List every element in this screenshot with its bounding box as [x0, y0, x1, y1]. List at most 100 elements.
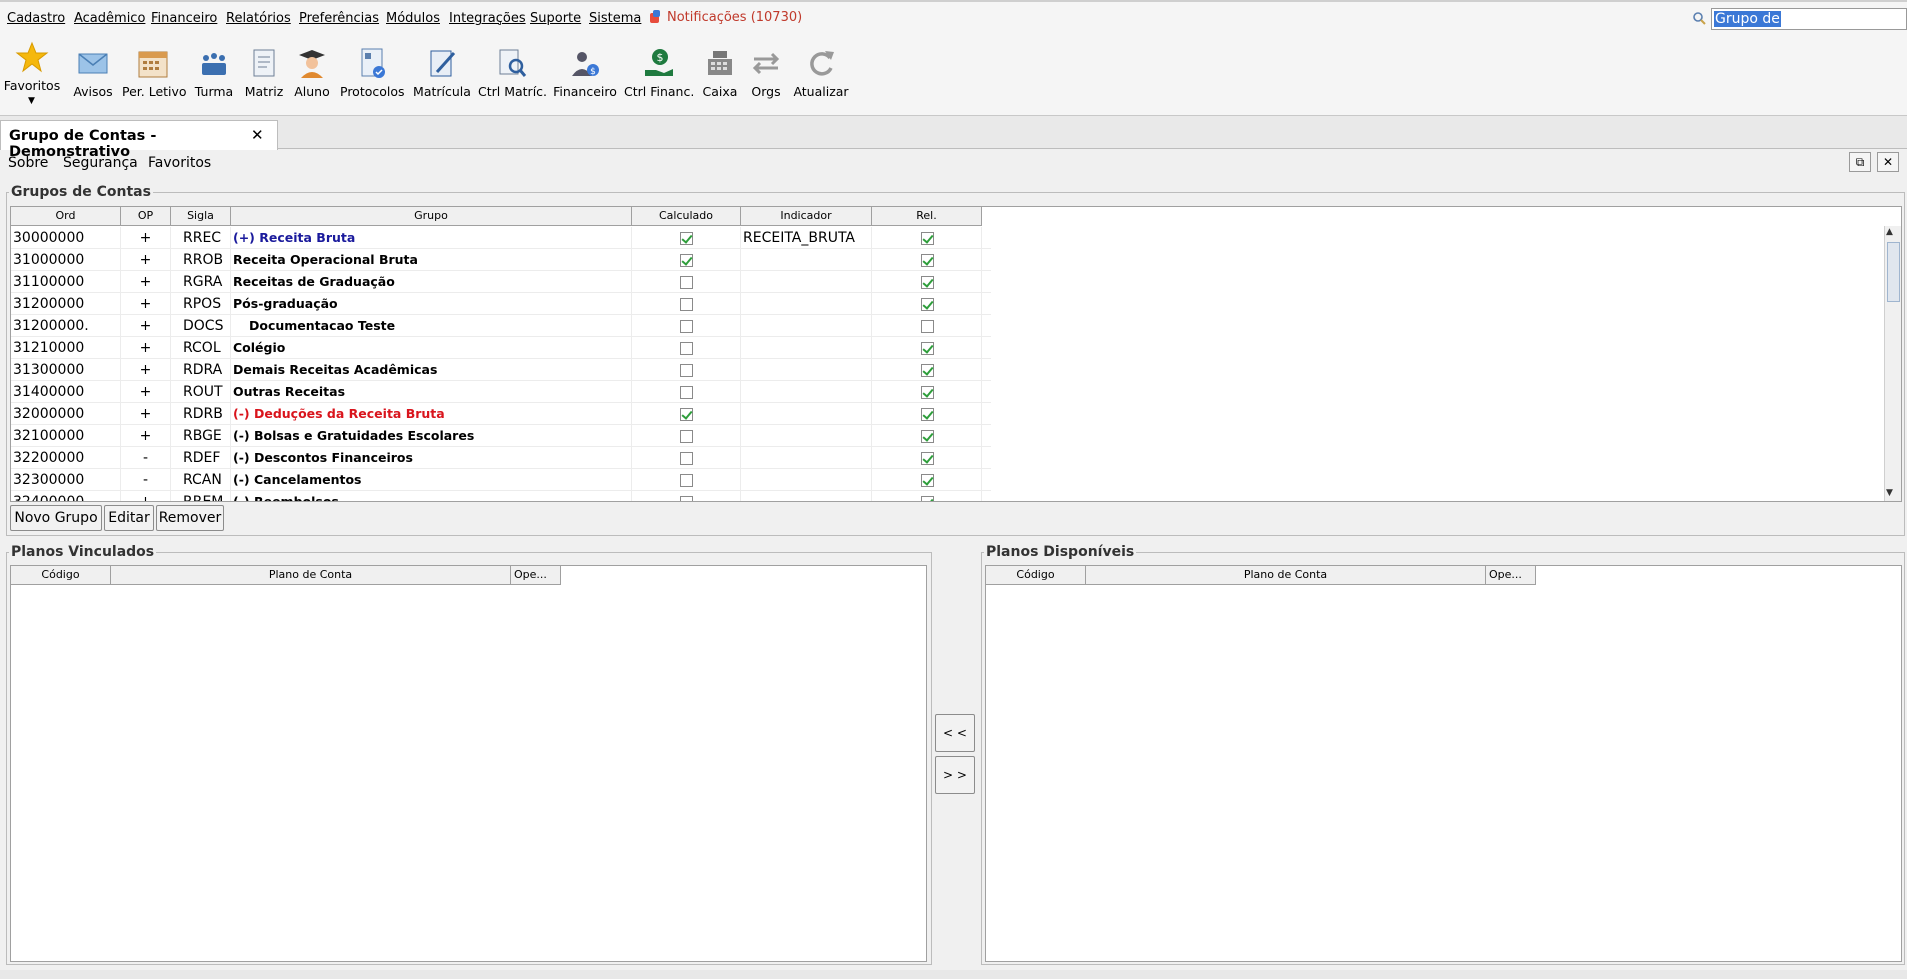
col-codigo[interactable]: Código: [986, 566, 1086, 585]
calculado-checkbox[interactable]: [680, 298, 693, 311]
enrollment-icon: [430, 50, 456, 77]
table-row[interactable]: 32000000 + RDRB (-) Deduções da Receita Bru…: [11, 403, 991, 425]
table-row[interactable]: 31100000 + RGRA Receitas de Graduação: [11, 271, 991, 293]
rel-checkbox[interactable]: [921, 474, 934, 487]
cell-sigla: RROB: [171, 249, 231, 271]
atualizar-button[interactable]: Atualizar: [792, 34, 850, 116]
cell-ind: [741, 447, 872, 469]
col-rel[interactable]: Rel.: [872, 207, 982, 226]
rel-checkbox[interactable]: [921, 320, 934, 333]
move-left-button[interactable]: < <: [935, 714, 975, 752]
table-row[interactable]: 30000000 + RREC (+) Receita Bruta RECEITA_BR…: [11, 227, 991, 249]
per-letivo-button[interactable]: Per. Letivo: [122, 34, 187, 116]
col-codigo[interactable]: Código: [11, 566, 111, 585]
menu-suporte[interactable]: Suporte: [530, 11, 581, 26]
table-row[interactable]: 31300000 + RDRA Demais Receitas Acadêmicas: [11, 359, 991, 381]
orgs-button[interactable]: Orgs: [746, 34, 786, 116]
calculado-checkbox[interactable]: [680, 364, 693, 377]
col-sigla[interactable]: Sigla: [171, 207, 231, 226]
favoritos-button[interactable]: Favoritos ▼: [2, 34, 62, 116]
calculado-checkbox[interactable]: [680, 496, 693, 501]
menu-preferencias[interactable]: Preferências: [299, 11, 379, 26]
table-row[interactable]: 31200000 + RPOS Pós-graduação: [11, 293, 991, 315]
table-row[interactable]: 31000000 + RROB Receita Operacional Bruta: [11, 249, 991, 271]
menu-financeiro[interactable]: Financeiro: [151, 11, 217, 26]
calculado-checkbox[interactable]: [680, 430, 693, 443]
scroll-up-icon[interactable]: ▲: [1886, 227, 1893, 237]
rel-checkbox[interactable]: [921, 452, 934, 465]
col-calculado[interactable]: Calculado: [632, 207, 741, 226]
calculado-checkbox[interactable]: [680, 276, 693, 289]
col-indicador[interactable]: Indicador: [741, 207, 872, 226]
group-icon: [202, 53, 226, 75]
submenu-favoritos[interactable]: Favoritos: [148, 155, 211, 171]
ctrl-financ-button[interactable]: $ Ctrl Financ.: [624, 34, 694, 116]
remover-button[interactable]: Remover: [156, 505, 224, 531]
caixa-button[interactable]: Caixa: [698, 34, 742, 116]
aluno-button[interactable]: Aluno: [290, 34, 334, 116]
search-input[interactable]: Grupo de: [1711, 8, 1907, 30]
rel-checkbox[interactable]: [921, 276, 934, 289]
calculado-checkbox[interactable]: [680, 452, 693, 465]
table-row[interactable]: 32400000 + RREM (-) Reembolsos: [11, 491, 991, 501]
col-ope[interactable]: Ope...: [1486, 566, 1536, 585]
rel-checkbox[interactable]: [921, 254, 934, 267]
col-grupo[interactable]: Grupo: [231, 207, 632, 226]
move-right-button[interactable]: > >: [935, 756, 975, 794]
table-row[interactable]: 32100000 + RBGE (-) Bolsas e Gratuidades Es…: [11, 425, 991, 447]
rel-checkbox[interactable]: [921, 342, 934, 355]
col-op[interactable]: OP: [121, 207, 171, 226]
rel-checkbox[interactable]: [921, 386, 934, 399]
protocolos-button[interactable]: Protocolos: [340, 34, 405, 116]
table-row[interactable]: 31200000. + DOCS Documentacao Teste: [11, 315, 991, 337]
novo-grupo-button[interactable]: Novo Grupo: [10, 505, 102, 531]
avisos-button[interactable]: Avisos: [66, 34, 120, 116]
scroll-thumb[interactable]: [1887, 242, 1900, 302]
menu-relatorios[interactable]: Relatórios: [226, 11, 291, 26]
col-plano-de-conta[interactable]: Plano de Conta: [111, 566, 511, 585]
editar-button[interactable]: Editar: [104, 505, 154, 531]
table-row[interactable]: 31400000 + ROUT Outras Receitas: [11, 381, 991, 403]
calculado-checkbox[interactable]: [680, 386, 693, 399]
submenu-seguranca[interactable]: Segurança: [63, 155, 138, 171]
menu-cadastro[interactable]: Cadastro: [7, 11, 65, 26]
close-tab-icon[interactable]: ✕: [251, 126, 264, 144]
calculado-checkbox[interactable]: [680, 474, 693, 487]
rel-checkbox[interactable]: [921, 364, 934, 377]
ctrl-matric-button[interactable]: Ctrl Matríc.: [478, 34, 547, 116]
rel-checkbox[interactable]: [921, 430, 934, 443]
menu-integracoes[interactable]: Integrações: [449, 11, 526, 26]
rel-checkbox[interactable]: [921, 232, 934, 245]
table-row[interactable]: 31210000 + RCOL Colégio: [11, 337, 991, 359]
calculado-checkbox[interactable]: [680, 254, 693, 267]
submenu-sobre[interactable]: Sobre: [8, 155, 48, 171]
calculado-checkbox[interactable]: [680, 320, 693, 333]
col-ord[interactable]: Ord: [11, 207, 121, 226]
rel-checkbox[interactable]: [921, 408, 934, 421]
grupos-legend: Grupos de Contas: [11, 184, 151, 200]
notifications-link[interactable]: Notificações (10730): [667, 10, 802, 25]
col-ope[interactable]: Ope...: [511, 566, 561, 585]
matricula-button[interactable]: Matrícula: [410, 34, 474, 116]
notification-icon[interactable]: [649, 10, 661, 24]
detach-window-icon[interactable]: ⧉: [1849, 152, 1871, 172]
menu-academico[interactable]: Acadêmico: [74, 11, 145, 26]
grupos-scrollbar[interactable]: ▲ ▼: [1884, 226, 1901, 501]
tab-grupo-de-contas[interactable]: Grupo de Contas - Demonstrativo ✕: [0, 120, 278, 160]
table-row[interactable]: 32200000- RDEF (-) Descontos Financeiros: [11, 447, 991, 469]
col-plano-de-conta[interactable]: Plano de Conta: [1086, 566, 1486, 585]
menu-modulos[interactable]: Módulos: [386, 11, 440, 26]
table-row[interactable]: 32300000- RCAN (-) Cancelamentos: [11, 469, 991, 491]
menu-sistema[interactable]: Sistema: [589, 11, 641, 26]
financeiro-button[interactable]: $ Financeiro: [552, 34, 618, 116]
rel-checkbox[interactable]: [921, 298, 934, 311]
calculado-checkbox[interactable]: [680, 232, 693, 245]
calculado-checkbox[interactable]: [680, 408, 693, 421]
cell-ind: [741, 469, 872, 491]
turma-button[interactable]: Turma: [190, 34, 238, 116]
calculado-checkbox[interactable]: [680, 342, 693, 355]
close-window-icon[interactable]: ✕: [1877, 152, 1899, 172]
matriz-button[interactable]: Matriz: [242, 34, 286, 116]
rel-checkbox[interactable]: [921, 496, 934, 501]
scroll-down-icon[interactable]: ▼: [1886, 488, 1893, 498]
